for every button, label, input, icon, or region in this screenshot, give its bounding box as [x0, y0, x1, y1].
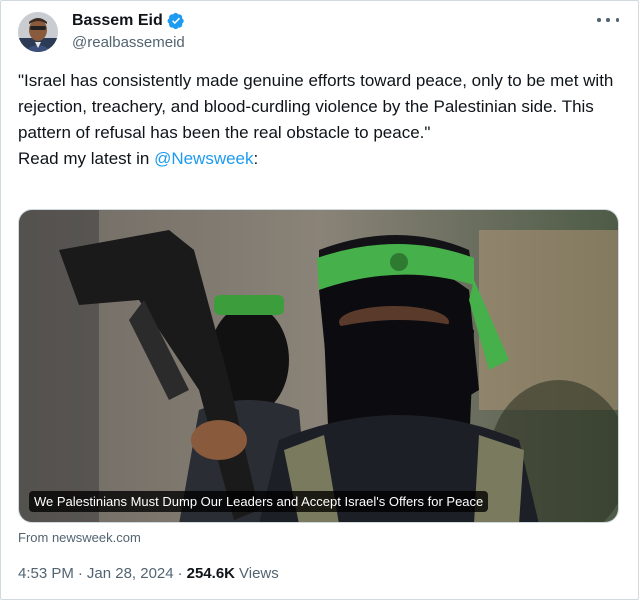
more-dot — [606, 18, 610, 22]
tweet-date[interactable]: Jan 28, 2024 — [87, 565, 174, 582]
tweet-text: "Israel has consistently made genuine ef… — [18, 68, 618, 172]
verified-badge-icon[interactable] — [167, 12, 185, 30]
avatar[interactable] — [18, 12, 58, 52]
mention-link[interactable]: @Newsweek — [154, 149, 253, 168]
card-headline: We Palestinians Must Dump Our Leaders an… — [29, 491, 489, 512]
more-dot — [597, 18, 601, 22]
tweet-quote: "Israel has consistently made genuine ef… — [18, 71, 614, 142]
tweet-meta: 4:53 PM · Jan 28, 2024 · 254.6K Views — [18, 565, 279, 582]
views-count: 254.6K — [186, 565, 235, 582]
profile-photo-icon — [18, 12, 58, 52]
tweet-read-line: Read my latest in @Newsweek: — [18, 146, 618, 172]
views-label: Views — [239, 565, 279, 582]
article-image — [19, 210, 618, 522]
tweet-read-prefix: Read my latest in — [18, 149, 155, 168]
tweet-time[interactable]: 4:53 PM — [18, 565, 74, 582]
author-name-row: Bassem Eid — [72, 12, 185, 30]
card-source[interactable]: From newsweek.com — [18, 530, 141, 545]
link-card[interactable]: We Palestinians Must Dump Our Leaders an… — [18, 209, 619, 523]
more-options-icon[interactable] — [597, 12, 619, 28]
author-name[interactable]: Bassem Eid — [72, 12, 163, 30]
more-dot — [615, 18, 619, 22]
tweet-read-suffix: : — [253, 149, 259, 168]
meta-separator: · — [77, 565, 83, 582]
meta-separator: · — [177, 565, 183, 582]
author-handle[interactable]: @realbassemeid — [72, 34, 185, 51]
tweet-header: Bassem Eid @realbassemeid — [18, 10, 621, 54]
